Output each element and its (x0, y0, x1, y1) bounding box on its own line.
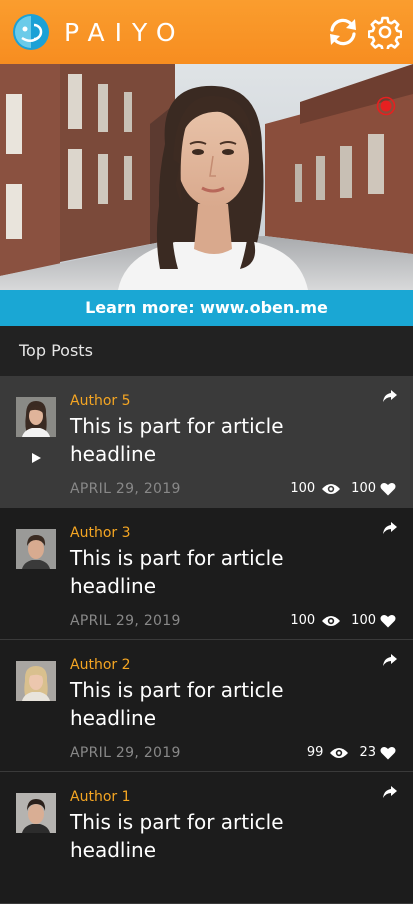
post-item[interactable]: Author 1 This is part for article headli… (0, 772, 413, 904)
view-count: 100 (290, 481, 316, 496)
post-stats: 100 100 (290, 480, 396, 498)
heart-icon[interactable] (380, 746, 396, 760)
record-icon (376, 96, 396, 116)
learn-more-banner[interactable]: Learn more: www.oben.me (0, 290, 413, 326)
post-headline[interactable]: This is part for article headline (70, 412, 370, 468)
male-avatar-2 (16, 793, 56, 833)
refresh-button[interactable] (326, 15, 360, 49)
post-headline[interactable]: This is part for article headline (70, 544, 370, 600)
share-icon[interactable] (382, 652, 398, 666)
share-icon[interactable] (382, 388, 398, 402)
post-item[interactable]: Author 5 This is part for article headli… (0, 376, 413, 508)
gear-icon (368, 16, 402, 49)
male-avatar (16, 529, 56, 569)
post-headline[interactable]: This is part for article headline (70, 676, 370, 732)
post-date: APRIL 29, 2019 (70, 481, 181, 497)
blonde-avatar (16, 661, 56, 701)
post-author[interactable]: Author 3 (70, 525, 131, 541)
settings-button[interactable] (368, 15, 402, 49)
brand-title: PAIYO (64, 18, 186, 47)
avatar-hero-image (0, 64, 413, 290)
app-header: PAIYO (0, 0, 413, 64)
eye-icon (322, 484, 341, 494)
post-date: APRIL 29, 2019 (70, 745, 181, 761)
like-count: 100 (351, 613, 376, 628)
post-author[interactable]: Author 5 (70, 393, 131, 409)
post-headline[interactable]: This is part for article headline (70, 808, 370, 864)
post-date: APRIL 29, 2019 (70, 613, 181, 629)
posts-list: Author 5 This is part for article headli… (0, 376, 413, 904)
female-avatar (16, 397, 56, 437)
eye-icon (322, 616, 341, 626)
view-count: 99 (306, 745, 324, 760)
post-item[interactable]: Author 3 This is part for article headli… (0, 508, 413, 640)
play-icon[interactable] (30, 449, 42, 463)
view-count: 100 (290, 613, 316, 628)
post-stats: 100 100 (290, 612, 396, 630)
heart-icon[interactable] (380, 482, 396, 496)
record-button[interactable] (376, 96, 396, 116)
post-stats: 99 23 (307, 744, 396, 762)
post-item[interactable]: Author 2 This is part for article headli… (0, 640, 413, 772)
post-author[interactable]: Author 1 (70, 789, 131, 805)
eye-icon (330, 748, 349, 758)
post-author[interactable]: Author 2 (70, 657, 131, 673)
like-count: 100 (351, 481, 376, 496)
heart-icon[interactable] (380, 614, 396, 628)
share-icon[interactable] (382, 520, 398, 534)
share-icon[interactable] (382, 784, 398, 798)
like-count: 23 (359, 745, 376, 760)
section-title: Top Posts (0, 326, 413, 376)
refresh-icon (330, 18, 356, 46)
paiyo-logo-icon (12, 13, 50, 51)
